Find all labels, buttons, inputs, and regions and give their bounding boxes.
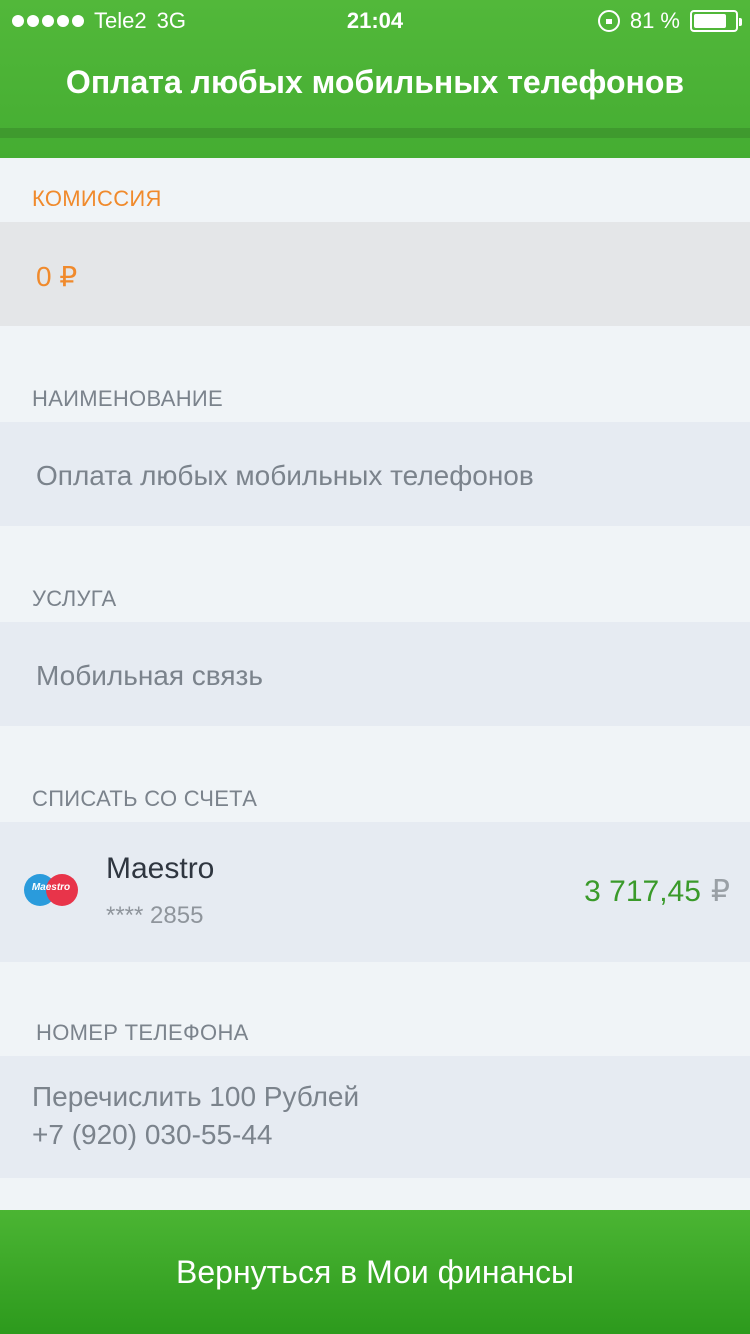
commission-label: КОМИССИЯ xyxy=(32,186,162,211)
currency-symbol: ₽ xyxy=(710,875,730,908)
card-balance: 3 717,45 ₽ xyxy=(584,874,730,909)
phone-number-text: +7 (920) 030-55-44 xyxy=(32,1119,273,1150)
service-field: Мобильная связь xyxy=(0,622,750,726)
battery-icon xyxy=(690,10,742,32)
phone-details: Перечислить 100 Рублей +7 (920) 030-55-4… xyxy=(32,1078,359,1154)
maestro-logo-icon: Maestro xyxy=(24,872,78,908)
card-name: Maestro xyxy=(106,852,215,885)
service-value: Мобильная связь xyxy=(36,660,263,691)
card-number: **** 2855 xyxy=(106,902,204,929)
name-label: НАИМЕНОВАНИЕ xyxy=(32,386,223,411)
balance-amount: 3 717,45 xyxy=(584,875,701,908)
phone-field: Перечислить 100 Рублей +7 (920) 030-55-4… xyxy=(0,1056,750,1178)
commission-value: 0 ₽ xyxy=(36,261,78,292)
back-to-finances-button[interactable]: Вернуться в Мои финансы xyxy=(0,1210,750,1334)
name-value: Оплата любых мобильных телефонов xyxy=(36,460,534,491)
battery-area: 81 % xyxy=(597,8,742,34)
status-bar: Tele2 3G 21:04 81 % xyxy=(0,0,750,40)
name-field: Оплата любых мобильных телефонов xyxy=(0,422,750,526)
phone-amount-text: Перечислить 100 Рублей xyxy=(32,1081,360,1112)
service-label: УСЛУГА xyxy=(32,586,117,611)
page-title: Оплата любых мобильных телефонов xyxy=(65,64,685,100)
account-label: СПИСАТЬ СО СЧЕТА xyxy=(32,786,258,811)
header-divider xyxy=(0,128,750,138)
phone-label: НОМЕР ТЕЛЕФОНА xyxy=(36,1020,249,1045)
battery-percent: 81 % xyxy=(629,8,680,33)
battery-fill xyxy=(694,14,727,28)
commission-field: 0 ₽ xyxy=(0,222,750,326)
rotation-lock-icon xyxy=(597,10,620,32)
